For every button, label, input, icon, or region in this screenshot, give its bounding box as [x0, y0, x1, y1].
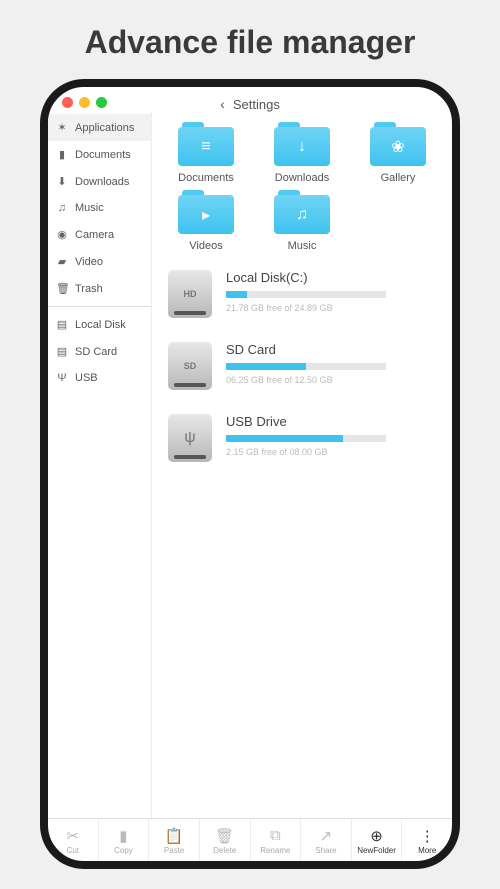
- folder-label: Videos: [189, 240, 222, 252]
- drive-name: USB Drive: [226, 414, 444, 429]
- folder-label: Downloads: [275, 172, 329, 184]
- sidebar-item-camera[interactable]: ◉ Camera: [48, 221, 151, 248]
- video-icon: ▰: [56, 255, 68, 268]
- sidebar-item-downloads[interactable]: ⬇ Downloads: [48, 168, 151, 195]
- folder-label: Gallery: [381, 172, 416, 184]
- folder-gallery[interactable]: ❀ Gallery: [352, 122, 444, 184]
- sidebar-item-usb[interactable]: Ψ USB: [48, 365, 151, 391]
- folder-videos[interactable]: ▸ Videos: [160, 190, 252, 252]
- downloads-icon: ⬇: [56, 175, 68, 188]
- sidebar-item-label: Trash: [75, 283, 103, 295]
- window-controls: [48, 87, 452, 112]
- sidebar-item-label: Camera: [75, 229, 114, 241]
- delete-icon: 🗑: [215, 827, 234, 843]
- cut-icon: ✂: [67, 827, 80, 843]
- folder-grid: ≡ Documents ↓ Downloads ❀ Gallery ▸ Videos ♫ Musi…: [160, 122, 444, 252]
- copy-icon: ▮: [119, 827, 127, 843]
- toolbar-label: NewFolder: [357, 846, 396, 855]
- folder-documents[interactable]: ≡ Documents: [160, 122, 252, 184]
- usb-icon: Ψ: [56, 372, 68, 384]
- rename-button[interactable]: ⧉ Rename: [251, 819, 302, 861]
- more-button[interactable]: ⋮ More: [402, 819, 452, 861]
- sd card-icon: ▤: [56, 345, 68, 358]
- camera-icon: ◉: [56, 228, 68, 241]
- sidebar-divider: [48, 306, 151, 307]
- toolbar-label: Paste: [164, 846, 184, 855]
- drive-free-text: 21.78 GB free of 24.89 GB: [226, 303, 444, 313]
- copy-button[interactable]: ▮ Copy: [99, 819, 150, 861]
- drive-icon: SD: [168, 342, 212, 390]
- minimize-icon[interactable]: [79, 97, 90, 108]
- close-icon[interactable]: [62, 97, 73, 108]
- folder-label: Documents: [178, 172, 234, 184]
- sidebar-item-documents[interactable]: ▮ Documents: [48, 141, 151, 168]
- drive-name: SD Card: [226, 342, 444, 357]
- bottom-toolbar: ✂ Cut ▮ Copy 📋 Paste 🗑 Delete ⧉ Rename ↗ Share ⊕ NewF…: [48, 818, 452, 861]
- applications-icon: ✶: [56, 121, 68, 134]
- folder-icon: ≡: [178, 122, 234, 166]
- main-panel: ≡ Documents ↓ Downloads ❀ Gallery ▸ Videos ♫ Musi…: [152, 112, 452, 818]
- marketing-title: Advance file manager: [0, 0, 500, 79]
- toolbar-label: Copy: [114, 846, 133, 855]
- folder-music[interactable]: ♫ Music: [256, 190, 348, 252]
- share-button[interactable]: ↗ Share: [301, 819, 352, 861]
- folder-icon: ↓: [274, 122, 330, 166]
- drive-meta: Local Disk(C:) 21.78 GB free of 24.89 GB: [226, 270, 444, 313]
- paste-button[interactable]: 📋 Paste: [149, 819, 200, 861]
- share-icon: ↗: [320, 827, 333, 843]
- sidebar-item-label: Documents: [75, 149, 131, 161]
- sidebar-item-music[interactable]: ♫ Music: [48, 195, 151, 221]
- toolbar-label: More: [418, 846, 436, 855]
- sidebar-item-label: Applications: [75, 122, 134, 134]
- usage-bar: [226, 363, 386, 370]
- usage-bar: [226, 435, 386, 442]
- folder-icon: ♫: [274, 190, 330, 234]
- drive-sd-card[interactable]: SD SD Card 06.25 GB free of 12.50 GB: [160, 342, 444, 390]
- drive-name: Local Disk(C:): [226, 270, 444, 285]
- drive-free-text: 06.25 GB free of 12.50 GB: [226, 375, 444, 385]
- drive-local-disk-c-[interactable]: HD Local Disk(C:) 21.78 GB free of 24.89 G…: [160, 270, 444, 318]
- folder-icon: ▸: [178, 190, 234, 234]
- drive-icon: HD: [168, 270, 212, 318]
- sidebar-item-applications[interactable]: ✶ Applications: [48, 114, 151, 141]
- sidebar-item-label: Local Disk: [75, 319, 126, 331]
- drive-meta: SD Card 06.25 GB free of 12.50 GB: [226, 342, 444, 385]
- documents-icon: ▮: [56, 148, 68, 161]
- sidebar-item-label: SD Card: [75, 346, 117, 358]
- trash-icon: 🗑: [56, 282, 68, 295]
- drive-meta: USB Drive 2.15 GB free of 08.00 GB: [226, 414, 444, 457]
- sidebar: ✶ Applications ▮ Documents ⬇ Downloads ♫ Music ◉…: [48, 112, 152, 818]
- maximize-icon[interactable]: [96, 97, 107, 108]
- rename-icon: ⧉: [270, 827, 281, 843]
- drive-icon: [168, 414, 212, 462]
- sidebar-item-local-disk[interactable]: ▤ Local Disk: [48, 311, 151, 338]
- more-icon: ⋮: [420, 827, 435, 843]
- folder-icon: ❀: [370, 122, 426, 166]
- toolbar-label: Cut: [67, 846, 79, 855]
- music-icon: ♫: [56, 202, 68, 214]
- drive-usb-drive[interactable]: USB Drive 2.15 GB free of 08.00 GB: [160, 414, 444, 462]
- sidebar-item-label: USB: [75, 372, 98, 384]
- drive-free-text: 2.15 GB free of 08.00 GB: [226, 447, 444, 457]
- sidebar-item-label: Downloads: [75, 176, 129, 188]
- toolbar-label: Share: [315, 846, 336, 855]
- usage-bar: [226, 291, 386, 298]
- sidebar-item-trash[interactable]: 🗑 Trash: [48, 275, 151, 302]
- newfolder-icon: ⊕: [370, 827, 383, 843]
- folder-downloads[interactable]: ↓ Downloads: [256, 122, 348, 184]
- newfolder-button[interactable]: ⊕ NewFolder: [352, 819, 403, 861]
- phone-frame: ‹ Settings ✶Applications▮Documents⬇Downl…: [40, 79, 460, 869]
- toolbar-label: Rename: [260, 846, 290, 855]
- local disk-icon: ▤: [56, 318, 68, 331]
- toolbar-label: Delete: [213, 846, 236, 855]
- sidebar-item-video[interactable]: ▰ Video: [48, 248, 151, 275]
- sidebar-item-label: Video: [75, 256, 103, 268]
- cut-button[interactable]: ✂ Cut: [48, 819, 99, 861]
- paste-icon: 📋: [165, 827, 184, 843]
- sidebar-item-label: Music: [75, 202, 104, 214]
- delete-button[interactable]: 🗑 Delete: [200, 819, 251, 861]
- folder-label: Music: [288, 240, 317, 252]
- sidebar-item-sd-card[interactable]: ▤ SD Card: [48, 338, 151, 365]
